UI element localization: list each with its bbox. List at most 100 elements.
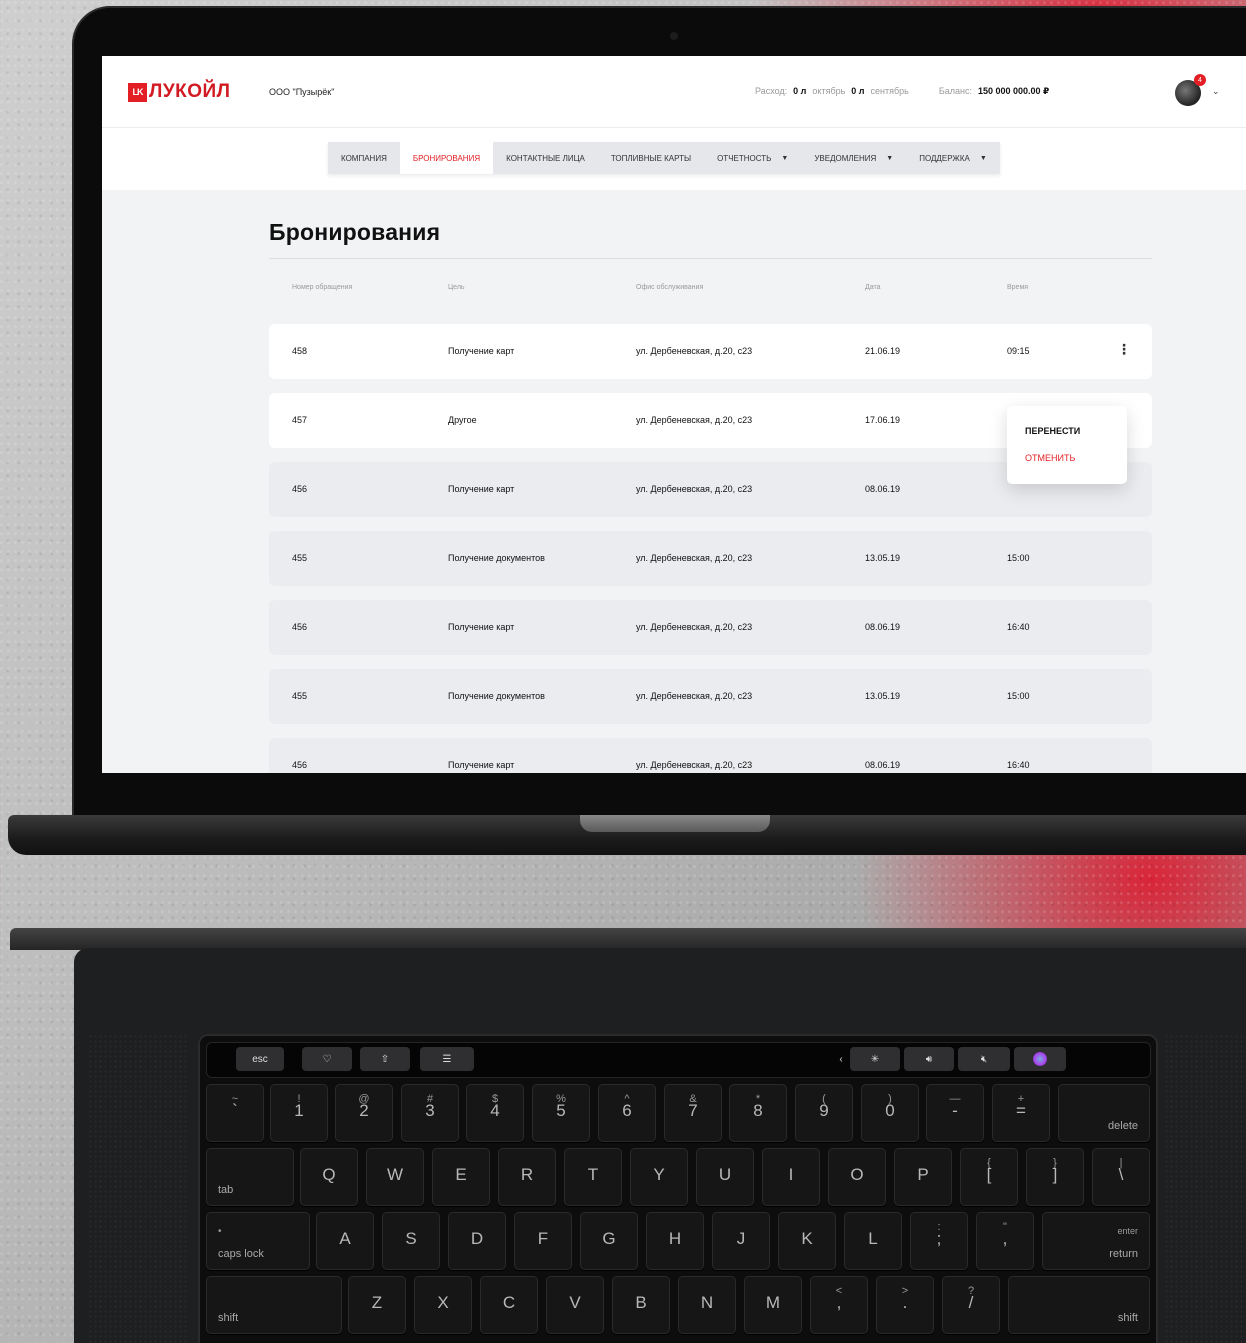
expense-oct-month: октябрь: [812, 86, 846, 96]
key-1[interactable]: ! 1: [270, 1084, 328, 1142]
tab-bookings[interactable]: БРОНИРОВАНИЯ: [399, 142, 494, 174]
cancel-option[interactable]: ОТМЕНИТЬ: [1025, 453, 1075, 463]
key-2[interactable]: @2: [335, 1084, 393, 1142]
key-period[interactable]: >.: [876, 1276, 934, 1334]
tab-company[interactable]: КОМПАНИЯ: [328, 142, 400, 174]
key-w[interactable]: W: [366, 1148, 424, 1206]
key-h[interactable]: H: [646, 1212, 704, 1270]
key-g[interactable]: G: [580, 1212, 638, 1270]
row-time: 16:40: [1007, 622, 1030, 632]
key-c[interactable]: C: [480, 1276, 538, 1334]
key-m[interactable]: M: [744, 1276, 802, 1334]
volume-icon[interactable]: 🔊︎: [904, 1047, 954, 1071]
key-s[interactable]: S: [382, 1212, 440, 1270]
key-a[interactable]: A: [316, 1212, 374, 1270]
key-j[interactable]: J: [712, 1212, 770, 1270]
kebab-menu-icon[interactable]: ⋮: [1117, 341, 1131, 358]
chevron-left-icon[interactable]: ‹: [834, 1047, 848, 1071]
key-comma[interactable]: <,: [810, 1276, 868, 1334]
chevron-down-icon[interactable]: ⌄: [1212, 86, 1220, 97]
key-y[interactable]: Y: [630, 1148, 688, 1206]
table-row[interactable]: 456 Получение карт ул. Дербеневская, д.2…: [269, 600, 1152, 655]
esc-key[interactable]: esc: [236, 1047, 284, 1071]
key-minus[interactable]: — -: [926, 1084, 984, 1142]
lukoil-logo[interactable]: LK ЛУКОЙЛ: [128, 81, 231, 103]
key-left-bracket[interactable]: {[: [960, 1148, 1018, 1206]
key-u[interactable]: U: [696, 1148, 754, 1206]
sliders-icon[interactable]: ☰: [420, 1047, 474, 1071]
key-o[interactable]: O: [828, 1148, 886, 1206]
tab-fuel-cards[interactable]: ТОПЛИВНЫЕ КАРТЫ: [598, 142, 704, 174]
tab-reports[interactable]: ОТЧЕТНОСТЬ ▼: [704, 142, 801, 174]
app-header: LK ЛУКОЙЛ ООО "Пузырёк" Расход: 0 л октя…: [102, 56, 1246, 128]
key-0[interactable]: ) 0: [861, 1084, 919, 1142]
shift-left-key[interactable]: shift: [206, 1276, 342, 1334]
row-office: ул. Дербеневская, д.20, с23: [636, 691, 753, 701]
heart-icon[interactable]: ♡: [302, 1047, 352, 1071]
key-slash[interactable]: ? /: [942, 1276, 1000, 1334]
table-row[interactable]: 455 Получение документов ул. Дербеневска…: [269, 669, 1152, 724]
keyboard: esc ♡ ⇧ ☰ ‹ ✳ 🔊︎ 🔇︎ ~ ` ! 1 @2 #3 $4 % 5 ^ 6…: [198, 1034, 1158, 1343]
key-i[interactable]: I: [762, 1148, 820, 1206]
key-n[interactable]: N: [678, 1276, 736, 1334]
delete-key[interactable]: delete: [1058, 1084, 1150, 1142]
table-row[interactable]: 455 Получение документов ул. Дербеневска…: [269, 531, 1152, 586]
table-row[interactable]: 458 Получение карт ул. Дербеневская, д.2…: [269, 324, 1152, 379]
key-f[interactable]: F: [514, 1212, 572, 1270]
row-id: 456: [292, 622, 308, 632]
key-right-bracket[interactable]: }]: [1026, 1148, 1084, 1206]
key-l[interactable]: L: [844, 1212, 902, 1270]
key-equals[interactable]: + =: [992, 1084, 1050, 1142]
mute-icon[interactable]: 🔇︎: [958, 1047, 1010, 1071]
logo-mark: LK: [128, 82, 147, 102]
caps-lock-key[interactable]: • caps lock: [206, 1212, 310, 1270]
tab-key[interactable]: tab: [206, 1148, 294, 1206]
brightness-icon[interactable]: ✳: [850, 1047, 900, 1071]
reschedule-option[interactable]: ПЕРЕНЕСТИ: [1025, 426, 1080, 436]
notification-badge: 4: [1194, 74, 1206, 86]
key-d[interactable]: D: [448, 1212, 506, 1270]
share-icon[interactable]: ⇧: [360, 1047, 410, 1071]
key-v[interactable]: V: [546, 1276, 604, 1334]
table-row[interactable]: 456 Получение карт ул. Дербеневская, д.2…: [269, 738, 1152, 773]
tab-support[interactable]: ПОДДЕРЖКА ▼: [906, 142, 1000, 174]
key-p[interactable]: P: [894, 1148, 952, 1206]
key-b[interactable]: B: [612, 1276, 670, 1334]
key-4[interactable]: $4: [466, 1084, 524, 1142]
row-purpose: Получение карт: [448, 346, 515, 356]
key-7[interactable]: & 7: [664, 1084, 722, 1142]
key-e[interactable]: E: [432, 1148, 490, 1206]
expense-sep-month: сентябрь: [870, 86, 909, 96]
siri-icon[interactable]: [1014, 1047, 1066, 1071]
row-purpose: Другое: [448, 415, 477, 425]
key-backtick[interactable]: ~ `: [206, 1084, 264, 1142]
key-t[interactable]: T: [564, 1148, 622, 1206]
key-9[interactable]: (9: [795, 1084, 853, 1142]
key-3[interactable]: #3: [401, 1084, 459, 1142]
row-id: 455: [292, 553, 308, 563]
key-5[interactable]: % 5: [532, 1084, 590, 1142]
return-key[interactable]: enter return: [1042, 1212, 1150, 1270]
key-r[interactable]: R: [498, 1148, 556, 1206]
row-date: 08.06.19: [865, 622, 901, 632]
tab-notifications[interactable]: УВЕДОМЛЕНИЯ ▼: [801, 142, 906, 174]
row-date: 08.06.19: [865, 484, 901, 494]
tab-contacts[interactable]: КОНТАКТНЫЕ ЛИЦА: [493, 142, 598, 174]
key-semicolon[interactable]: :;: [910, 1212, 968, 1270]
caret-down-icon: ▼: [886, 154, 894, 162]
key-z[interactable]: Z: [348, 1276, 406, 1334]
key-x[interactable]: X: [414, 1276, 472, 1334]
key-backslash[interactable]: | \: [1092, 1148, 1150, 1206]
key-q[interactable]: Q: [300, 1148, 358, 1206]
row-id: 456: [292, 760, 308, 770]
key-k[interactable]: K: [778, 1212, 836, 1270]
company-name: ООО "Пузырёк": [269, 87, 335, 97]
key-quote[interactable]: ",: [976, 1212, 1034, 1270]
row-time: 15:00: [1007, 553, 1030, 563]
key-6[interactable]: ^ 6: [598, 1084, 656, 1142]
shift-right-key[interactable]: shift: [1008, 1276, 1150, 1334]
row-time: 09:15: [1007, 346, 1030, 356]
row-context-menu: ПЕРЕНЕСТИ ОТМЕНИТЬ: [1007, 406, 1127, 484]
key-8[interactable]: * 8: [729, 1084, 787, 1142]
row-date: 21.06.19: [865, 346, 901, 356]
